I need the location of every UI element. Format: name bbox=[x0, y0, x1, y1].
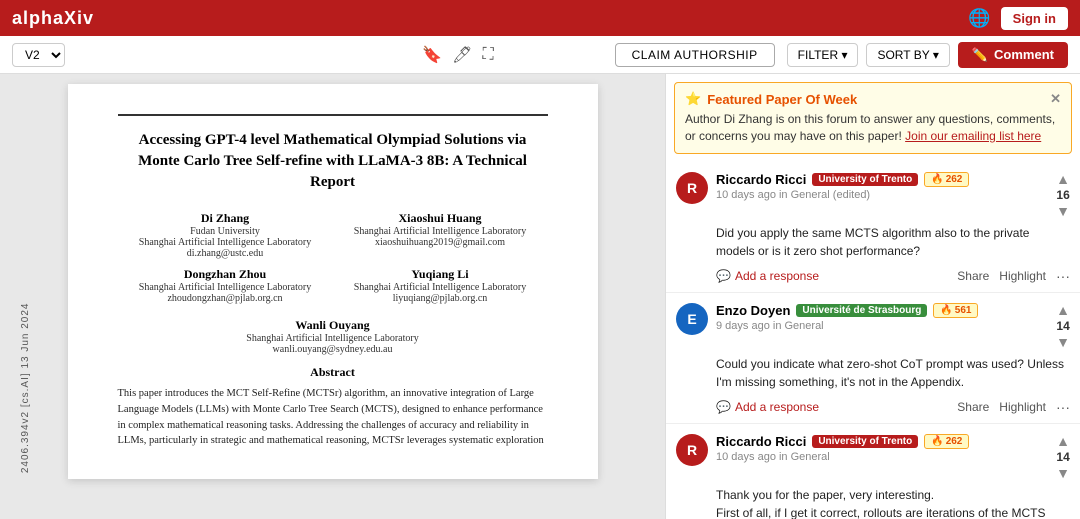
affil-badge: University of Trento bbox=[812, 435, 918, 448]
affil-badge: Université de Strasbourg bbox=[796, 304, 927, 317]
author-xiaoshui-huang: Xiaoshui Huang Shanghai Artificial Intel… bbox=[333, 211, 548, 259]
featured-banner-header: ⭐ Featured Paper Of Week ✕ bbox=[685, 91, 1061, 107]
vote-count: 14 bbox=[1056, 450, 1069, 464]
paper-title: Accessing GPT-4 level Mathematical Olymp… bbox=[118, 114, 548, 193]
emailing-list-link[interactable]: Join our emailing list here bbox=[905, 129, 1041, 143]
reply-icon: 💬 bbox=[716, 269, 731, 283]
vote-down-button[interactable]: ▼ bbox=[1056, 466, 1070, 480]
comment-vote: ▲ 14 ▼ bbox=[1056, 303, 1070, 349]
comment-body: Thank you for the paper, very interestin… bbox=[676, 486, 1070, 519]
comment-header: E Enzo Doyen Université de Strasbourg 🔥 … bbox=[676, 303, 1070, 349]
sign-in-button[interactable]: Sign in bbox=[1001, 7, 1068, 30]
close-banner-button[interactable]: ✕ bbox=[1050, 91, 1061, 107]
top-nav: alphaXiv 🌐 Sign in bbox=[0, 0, 1080, 36]
fire-icon: 🔥 bbox=[931, 436, 943, 447]
share-button[interactable]: Share bbox=[957, 400, 989, 414]
claim-authorship-button[interactable]: CLAIM AUTHORSHIP bbox=[615, 43, 775, 67]
highlight-icon[interactable]: 🖊 bbox=[452, 45, 472, 65]
avatar: R bbox=[676, 172, 708, 204]
comment-meta: 9 days ago in General bbox=[716, 320, 1048, 332]
version-select[interactable]: V2 V1 bbox=[12, 43, 65, 67]
score-badge: 🔥 561 bbox=[933, 303, 978, 318]
globe-icon[interactable]: 🌐 bbox=[968, 8, 990, 29]
score-badge: 🔥 262 bbox=[924, 172, 969, 187]
comment-info: Riccardo Ricci University of Trento 🔥 26… bbox=[716, 172, 1048, 201]
author-wanli-ouyang: Wanli Ouyang Shanghai Artificial Intelli… bbox=[118, 318, 548, 355]
featured-banner: ⭐ Featured Paper Of Week ✕ Author Di Zha… bbox=[674, 82, 1072, 154]
star-icon: ⭐ bbox=[685, 91, 701, 107]
author-dongzhan-zhou: Dongzhan Zhou Shanghai Artificial Intell… bbox=[118, 267, 333, 304]
abstract-heading: Abstract bbox=[118, 365, 548, 380]
fire-icon: 🔥 bbox=[940, 305, 952, 316]
pdf-panel: 2406.394v2 [cs.AI] 13 Jun 2024 Accessing… bbox=[0, 74, 665, 519]
add-response-button[interactable]: 💬 Add a response bbox=[716, 269, 819, 283]
author-di-zhang: Di Zhang Fudan University Shanghai Artif… bbox=[118, 211, 333, 259]
avatar: E bbox=[676, 303, 708, 335]
comment-header: R Riccardo Ricci University of Trento 🔥 … bbox=[676, 434, 1070, 480]
comment-header: R Riccardo Ricci University of Trento 🔥 … bbox=[676, 172, 1070, 218]
highlight-button[interactable]: Highlight bbox=[999, 269, 1046, 283]
vote-count: 16 bbox=[1056, 188, 1069, 202]
top-nav-right: 🌐 Sign in bbox=[968, 7, 1068, 30]
comment-body: Did you apply the same MCTS algorithm al… bbox=[676, 224, 1070, 260]
vote-down-button[interactable]: ▼ bbox=[1056, 204, 1070, 218]
avatar: R bbox=[676, 434, 708, 466]
vote-count: 14 bbox=[1056, 319, 1069, 333]
abstract-text: This paper introduces the MCT Self-Refin… bbox=[118, 386, 548, 449]
comment-item: R Riccardo Ricci University of Trento 🔥 … bbox=[666, 424, 1080, 519]
filter-button[interactable]: FILTER ▾ bbox=[787, 43, 859, 67]
toolbar: V2 V1 🔖 🖊 ⛶ CLAIM AUTHORSHIP FILTER ▾ SO… bbox=[0, 36, 1080, 74]
reply-icon: 💬 bbox=[716, 400, 731, 414]
comment-header-top: Enzo Doyen Université de Strasbourg 🔥 56… bbox=[716, 303, 1048, 318]
comment-author: Riccardo Ricci bbox=[716, 434, 806, 449]
pdf-watermark: 2406.394v2 [cs.AI] 13 Jun 2024 bbox=[20, 302, 31, 473]
comment-header-top: Riccardo Ricci University of Trento 🔥 26… bbox=[716, 434, 1048, 449]
comments-panel: ⭐ Featured Paper Of Week ✕ Author Di Zha… bbox=[665, 74, 1080, 519]
pencil-icon: ✏️ bbox=[972, 47, 988, 63]
more-options-button[interactable]: ··· bbox=[1056, 268, 1070, 284]
comment-info: Enzo Doyen Université de Strasbourg 🔥 56… bbox=[716, 303, 1048, 332]
comment-actions: 💬 Add a response Share Highlight ··· bbox=[676, 268, 1070, 284]
pdf-document: Accessing GPT-4 level Mathematical Olymp… bbox=[68, 84, 598, 479]
share-button[interactable]: Share bbox=[957, 269, 989, 283]
fire-icon: 🔥 bbox=[931, 174, 943, 185]
comment-vote: ▲ 16 ▼ bbox=[1056, 172, 1070, 218]
highlight-button[interactable]: Highlight bbox=[999, 400, 1046, 414]
score-badge: 🔥 262 bbox=[924, 434, 969, 449]
vote-up-button[interactable]: ▲ bbox=[1056, 303, 1070, 317]
comment-item: E Enzo Doyen Université de Strasbourg 🔥 … bbox=[666, 293, 1080, 424]
toolbar-left: V2 V1 bbox=[12, 43, 301, 67]
sort-button[interactable]: SORT BY ▾ bbox=[866, 43, 949, 67]
app-logo: alphaXiv bbox=[12, 8, 94, 29]
toolbar-center: 🔖 🖊 ⛶ bbox=[313, 45, 602, 65]
main-layout: 2406.394v2 [cs.AI] 13 Jun 2024 Accessing… bbox=[0, 74, 1080, 519]
fullscreen-icon[interactable]: ⛶ bbox=[482, 46, 493, 64]
comment-actions: 💬 Add a response Share Highlight ··· bbox=[676, 399, 1070, 415]
comment-meta: 10 days ago in General bbox=[716, 451, 1048, 463]
bookmark-icon[interactable]: 🔖 bbox=[422, 45, 442, 65]
vote-up-button[interactable]: ▲ bbox=[1056, 172, 1070, 186]
comment-item: R Riccardo Ricci University of Trento 🔥 … bbox=[666, 162, 1080, 293]
affil-badge: University of Trento bbox=[812, 173, 918, 186]
comment-header-top: Riccardo Ricci University of Trento 🔥 26… bbox=[716, 172, 1048, 187]
more-options-button[interactable]: ··· bbox=[1056, 399, 1070, 415]
pdf-authors: Di Zhang Fudan University Shanghai Artif… bbox=[118, 211, 548, 304]
vote-up-button[interactable]: ▲ bbox=[1056, 434, 1070, 448]
comment-author: Enzo Doyen bbox=[716, 303, 790, 318]
comment-button[interactable]: ✏️ Comment bbox=[958, 42, 1068, 68]
comment-meta: 10 days ago in General (edited) bbox=[716, 189, 1048, 201]
vote-down-button[interactable]: ▼ bbox=[1056, 335, 1070, 349]
comment-info: Riccardo Ricci University of Trento 🔥 26… bbox=[716, 434, 1048, 463]
comment-actions-right: Share Highlight ··· bbox=[957, 399, 1070, 415]
comment-actions-right: Share Highlight ··· bbox=[957, 268, 1070, 284]
featured-banner-text: Author Di Zhang is on this forum to answ… bbox=[685, 111, 1061, 145]
comment-vote: ▲ 14 ▼ bbox=[1056, 434, 1070, 480]
author-yuqiang-li: Yuqiang Li Shanghai Artificial Intellige… bbox=[333, 267, 548, 304]
toolbar-right: FILTER ▾ SORT BY ▾ ✏️ Comment bbox=[787, 42, 1068, 68]
add-response-button[interactable]: 💬 Add a response bbox=[716, 400, 819, 414]
comment-body: Could you indicate what zero-shot CoT pr… bbox=[676, 355, 1070, 391]
comment-author: Riccardo Ricci bbox=[716, 172, 806, 187]
